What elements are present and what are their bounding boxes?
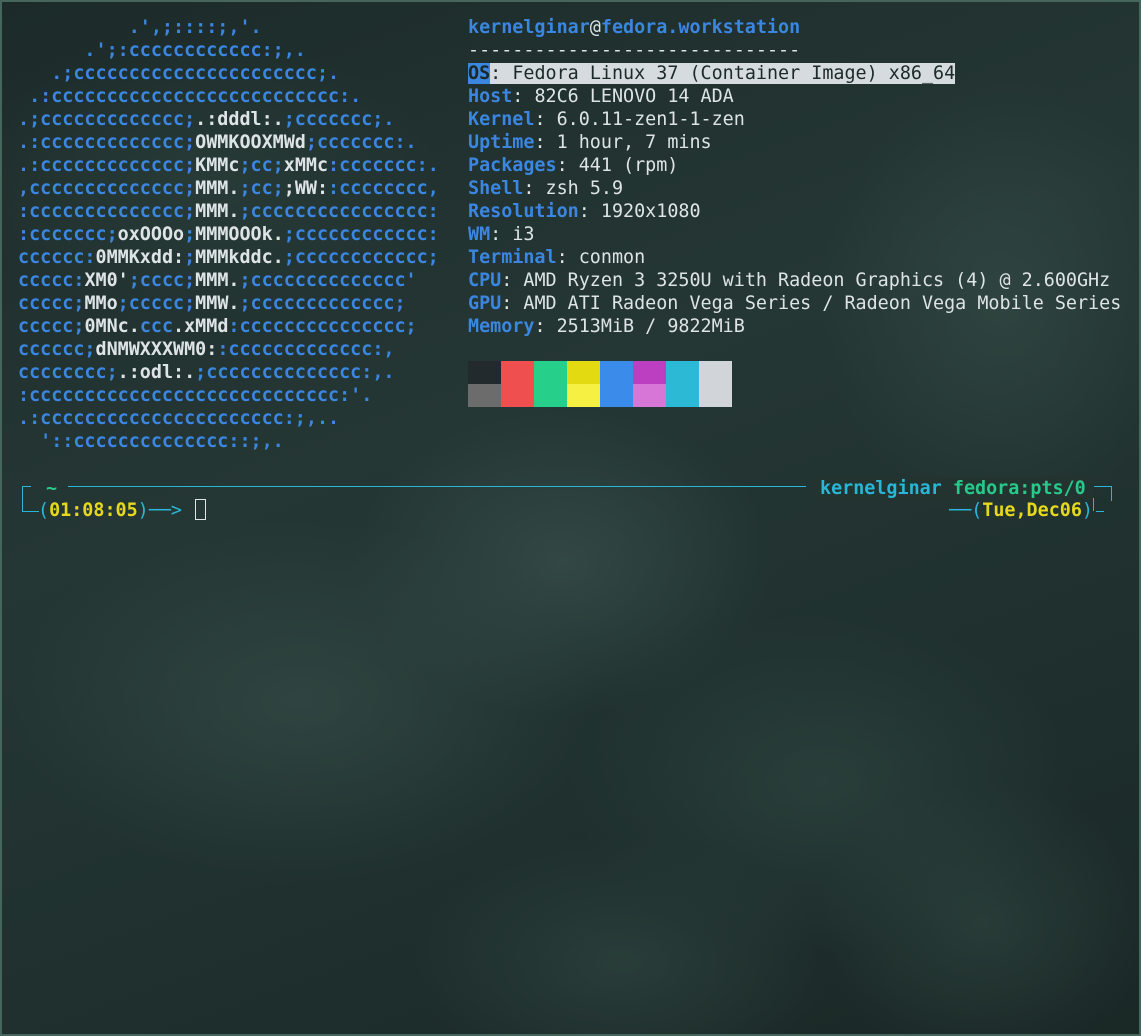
logo-line: ccccc:XM0';cccc;MMM.;cccccccccccccc' [18,270,417,291]
info-row-uptime: Uptime: 1 hour, 7 mins [468,132,712,153]
info-row-terminal: Terminal: conmon [468,247,646,268]
prompt-arrow: ──> [148,500,182,521]
logo-line: .',;::::;,'. [18,17,262,38]
info-row-memory: Memory: 2513MiB / 9822MiB [468,316,745,337]
prompt-time: 01:08:05 [49,500,138,521]
info-value: Fedora Linux 37 (Container Image) x86_64 [512,63,956,84]
info-key: Host [468,86,513,107]
info-key: WM [468,224,491,245]
color-swatch-bright-4 [600,384,633,407]
color-swatch-bright-0 [468,384,501,407]
info-key: Resolution [468,201,579,222]
prompt-input-line[interactable]: (01:08:05)──> [38,499,207,522]
color-swatch-normal-6 [666,361,699,384]
color-swatch-normal-5 [633,361,666,384]
logo-line: :cccccccccccccccccccccccccccc:'. [18,385,373,406]
logo-line: .:cccccccccccccccccccccccccc:. [18,86,362,107]
color-swatch-normal-7 [699,361,732,384]
at-sign: @ [589,17,601,38]
username: kernelginar [468,17,590,38]
info-key: Packages [468,155,557,176]
info-row-wm: WM: i3 [468,224,535,245]
logo-line: cccccc;dNMWXXXWM0::ccccccccccccc:, [18,339,395,360]
info-value: conmon [578,247,646,268]
info-key: GPU [468,293,502,314]
prompt-user-host: kernelginar fedora:pts/0 [812,477,1094,500]
info-key: CPU [468,270,502,291]
info-key: OS [468,63,491,84]
logo-line: ,cccccccccccccc;MMM.;cc;;WW::cccccccc, [18,178,439,199]
logo-line: .:cccccccccccccccccccccc:;,.. [18,408,340,429]
info-row-host: Host: 82C6 LENOVO 14 ADA [468,86,734,107]
info-value: 82C6 LENOVO 14 ADA [534,86,734,107]
logo-line: cccccc:0MMKxdd:;MMMkddc.;cccccccccccc; [18,247,439,268]
prompt-user: kernelginar [820,478,942,499]
prompt-tty: fedora:pts/0 [952,478,1086,499]
info-row-shell: Shell: zsh 5.9 [468,178,624,199]
color-swatch-normal-0 [468,361,501,384]
color-swatch-bright-3 [567,384,600,407]
info-value: 441 (rpm) [578,155,679,176]
cursor-block[interactable] [195,499,207,520]
info-value: AMD ATI Radeon Vega Series / Radeon Vega… [523,293,1122,314]
color-swatch-normal-2 [534,361,567,384]
info-row-os: OS: Fedora Linux 37 (Container Image) x8… [468,63,956,84]
info-key: Kernel [468,109,535,130]
logo-line: :ccccccc;oxOOOo;MMMOOOk.;cccccccccccc: [18,224,439,245]
color-palette [468,361,732,407]
logo-line: :cccccccccccccc;MMM.;cccccccccccccccc: [18,201,439,222]
logo-line: ccccc;MMo;ccccc;MMW.;ccccccccccccc; [18,293,406,314]
logo-line: .:ccccccccccccc;OWMKOOXMWd;ccccccc:. [18,132,417,153]
color-swatch-bright-7 [699,384,732,407]
info-key: Memory [468,316,535,337]
prompt-elbow [22,498,39,512]
color-swatch-bright-5 [633,384,666,407]
terminal-window[interactable]: .',;::::;,'. .';:cccccccccccc:;,. .;cccc… [0,0,1141,1036]
info-row-cpu: CPU: AMD Ryzen 3 3250U with Radeon Graph… [468,270,1111,291]
logo-line: .;cccccccccccccccccccccc;. [18,63,340,84]
color-swatch-bright-2 [534,384,567,407]
logo-line: '::cccccccccccccc::;,. [18,431,284,452]
logo-line: .';:cccccccccccc:;,. [18,40,306,61]
info-value: 1920x1080 [600,201,701,222]
info-value: 6.0.11-zen1-1-zen [556,109,745,130]
prompt-cwd: ~ [46,478,58,499]
hostname: fedora.workstation [600,17,801,38]
info-value: zsh 5.9 [545,178,624,199]
color-swatch-normal-4 [600,361,633,384]
info-key: Shell [468,178,524,199]
info-key: Uptime [468,132,535,153]
info-row-gpu: GPU: AMD ATI Radeon Vega Series / Radeon… [468,293,1122,314]
info-value: i3 [512,224,535,245]
info-row-packages: Packages: 441 (rpm) [468,155,679,176]
color-swatch-normal-3 [567,361,600,384]
logo-line: .:ccccccccccccc;KMMc;cc;xMMc:ccccccc:. [18,155,439,176]
prompt-rule-right [1092,486,1104,487]
prompt-rule [68,486,806,487]
prompt-date: ──(Tue,Dec06) [949,500,1093,521]
neofetch-title: kernelginar@fedora.workstation [468,16,800,39]
info-value: AMD Ryzen 3 3250U with Radeon Graphics (… [523,270,1111,291]
logo-line: ccccc;0MNc.ccc.xMMd:ccccccccccccccc; [18,316,417,337]
info-value: 1 hour, 7 mins [556,132,712,153]
color-swatch-bright-6 [666,384,699,407]
info-row-kernel: Kernel: 6.0.11-zen1-1-zen [468,109,745,130]
logo-line: cccccccc;.:odl:.;cccccccccccccc:,. [18,362,395,383]
title-separator: ------------------------------ [468,40,801,61]
info-key: Terminal [468,247,557,268]
info-row-resolution: Resolution: 1920x1080 [468,201,701,222]
color-swatch-bright-1 [501,384,534,407]
color-swatch-normal-1 [501,361,534,384]
logo-line: .;ccccccccccccc;.:dddl:.;ccccccc;. [18,109,395,130]
info-value: 2513MiB / 9822MiB [556,316,745,337]
